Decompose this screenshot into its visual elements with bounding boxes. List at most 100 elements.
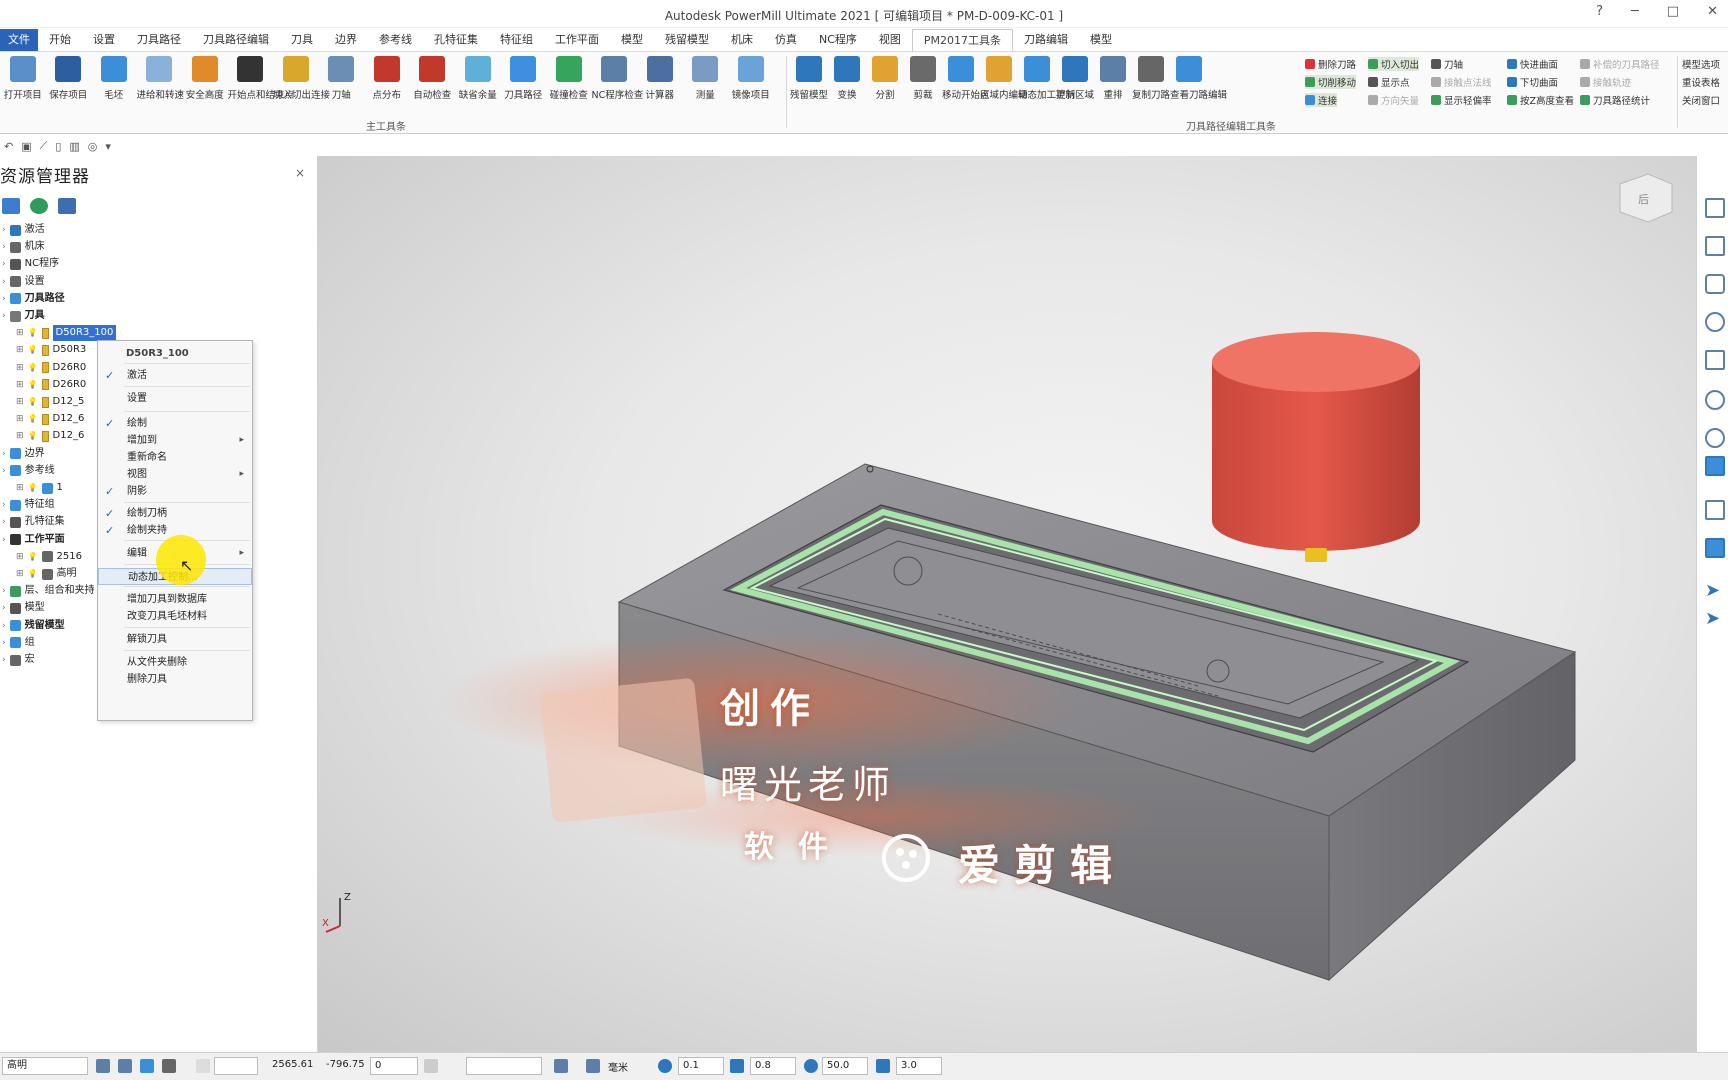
ribbon-button-5[interactable]: 安全高度 bbox=[182, 56, 228, 101]
active-bulb-icon[interactable]: 💡 bbox=[28, 428, 38, 444]
ribbon-button-11[interactable]: 缺省余量 bbox=[455, 56, 501, 101]
model-option-button[interactable]: 重设表格 bbox=[1682, 75, 1720, 89]
zoom-out-icon[interactable] bbox=[1705, 428, 1725, 448]
ribbon-button-4[interactable]: 进给和转速 bbox=[137, 56, 184, 101]
active-bulb-icon[interactable]: 💡 bbox=[28, 566, 38, 582]
tree-item[interactable]: ⊞ 💡 2516 bbox=[16, 549, 82, 565]
ribbon-small-button[interactable]: 显示轻偏率 bbox=[1431, 93, 1492, 107]
menu-tab-nc[interactable]: NC程序 bbox=[808, 29, 868, 51]
refresh-icon[interactable] bbox=[1705, 350, 1725, 370]
ribbon-button-11[interactable]: 查看刀路编辑 bbox=[1170, 56, 1227, 101]
expand-icon[interactable]: › bbox=[2, 532, 6, 548]
tree-item[interactable]: › 边界 bbox=[2, 446, 45, 462]
menu-tab-item-0[interactable]: 文件 bbox=[0, 29, 38, 51]
diameter-field[interactable]: 50.0 bbox=[822, 1057, 868, 1075]
ribbon-small-button[interactable]: 下切曲面 bbox=[1507, 75, 1558, 89]
ribbon-button-2[interactable]: 变换 bbox=[828, 56, 866, 101]
globe-icon[interactable]: ◎ bbox=[88, 140, 98, 153]
tolerance-field[interactable]: 0.1 bbox=[678, 1057, 724, 1075]
tree-item[interactable]: › 孔特征集 bbox=[2, 514, 65, 530]
ribbon-small-button[interactable]: 刀具路径统计 bbox=[1580, 93, 1650, 107]
expand-icon[interactable]: › bbox=[2, 222, 6, 238]
active-bulb-icon[interactable]: 💡 bbox=[28, 342, 38, 358]
expand-icon[interactable]: ⊞ bbox=[16, 549, 24, 565]
expand-icon[interactable]: › bbox=[2, 652, 6, 668]
undo-icon[interactable]: ↶ bbox=[4, 140, 13, 153]
expand-icon[interactable]: ⊞ bbox=[16, 325, 24, 341]
workplane-icon[interactable] bbox=[96, 1059, 110, 1073]
active-bulb-icon[interactable]: 💡 bbox=[28, 360, 38, 376]
tree-item[interactable]: ⊞ 💡 D12_5 bbox=[16, 394, 84, 410]
menu-tab-item-10[interactable]: 工作平面 bbox=[544, 29, 610, 51]
tree-item[interactable]: ⊞ 💡 1 bbox=[16, 480, 63, 496]
menu-tab-pm2017[interactable]: PM2017工具条 bbox=[911, 29, 1014, 51]
ribbon-small-button[interactable]: 连接 bbox=[1305, 93, 1338, 107]
tree-item[interactable]: ⊞ 💡 D12_6 bbox=[16, 428, 84, 444]
expand-icon[interactable]: › bbox=[2, 446, 6, 462]
ribbon-button-16[interactable]: 测量 bbox=[683, 56, 729, 101]
ribbon-button-10[interactable]: 复制刀路 bbox=[1132, 56, 1170, 101]
tree-item[interactable]: › 激活 bbox=[2, 222, 45, 238]
ribbon-button-7[interactable]: 动态加工控制 bbox=[1018, 56, 1075, 101]
menu-tab-item-2[interactable]: 设置 bbox=[82, 29, 126, 51]
menu-tab-item-18[interactable]: 刀路编辑 bbox=[1013, 29, 1079, 51]
tree-item[interactable]: › 设置 bbox=[2, 274, 45, 290]
box-select-icon[interactable]: ➤ bbox=[1705, 608, 1725, 629]
file-icon[interactable]: ▯ bbox=[55, 140, 61, 153]
context-menu-item[interactable]: 删除刀具 bbox=[98, 671, 252, 688]
model-option-button[interactable]: 模型选项 bbox=[1682, 57, 1720, 71]
expand-icon[interactable]: › bbox=[2, 497, 6, 513]
context-menu-item[interactable]: 视图 ▸ bbox=[98, 466, 252, 483]
tree-item[interactable]: › 刀具路径 bbox=[2, 291, 65, 307]
menu-tab-item-12[interactable]: 残留模型 bbox=[654, 29, 720, 51]
expand-icon[interactable]: › bbox=[2, 583, 6, 599]
ribbon-button-4[interactable]: 剪裁 bbox=[904, 56, 942, 101]
menu-tab-item-14[interactable]: 仿真 bbox=[764, 29, 808, 51]
expand-icon[interactable]: › bbox=[2, 274, 6, 290]
menu-tab-item-1[interactable]: 开始 bbox=[38, 29, 82, 51]
zoom-icon[interactable] bbox=[1705, 312, 1725, 332]
context-menu-item[interactable]: 重新命名 bbox=[98, 449, 252, 466]
expand-icon[interactable]: › bbox=[2, 600, 6, 616]
grid-icon[interactable] bbox=[140, 1059, 154, 1073]
tree-item[interactable]: › 组 bbox=[2, 635, 35, 651]
filter-icon[interactable]: ▥ bbox=[69, 140, 79, 153]
ribbon-small-button[interactable]: 方向矢量 bbox=[1368, 93, 1419, 107]
align-icon[interactable] bbox=[118, 1059, 132, 1073]
ribbon-button-2[interactable]: 保存项目 bbox=[46, 56, 92, 101]
menu-tab-item-5[interactable]: 刀具 bbox=[280, 29, 324, 51]
ribbon-button-8[interactable]: 更新区域 bbox=[1056, 56, 1094, 101]
ribbon-button-9[interactable]: 点分布 bbox=[364, 56, 410, 101]
menu-tab-item-7[interactable]: 参考线 bbox=[368, 29, 423, 51]
active-bulb-icon[interactable]: 💡 bbox=[28, 394, 38, 410]
ribbon-button-3[interactable]: 毛坯 bbox=[91, 56, 137, 101]
expand-icon[interactable]: ⊞ bbox=[16, 480, 24, 496]
expand-icon[interactable]: ⊞ bbox=[16, 342, 24, 358]
expand-icon[interactable]: ⊞ bbox=[16, 411, 24, 427]
ribbon-button-12[interactable]: 刀具路径 bbox=[501, 56, 547, 101]
expand-icon[interactable]: › bbox=[2, 463, 6, 479]
ribbon-button-9[interactable]: 重排 bbox=[1094, 56, 1132, 101]
ribbon-small-button[interactable]: 显示点 bbox=[1368, 75, 1410, 89]
menu-tab-item-16[interactable]: 视图 bbox=[868, 29, 912, 51]
ribbon-button-6[interactable]: 开始点和结束点 bbox=[228, 56, 294, 101]
tree-item[interactable]: › 宏 bbox=[2, 652, 35, 668]
close-icon[interactable]: × bbox=[295, 166, 305, 180]
ribbon-button-3[interactable]: 分割 bbox=[866, 56, 904, 101]
globe-icon[interactable] bbox=[30, 198, 48, 214]
coord-input[interactable] bbox=[214, 1057, 258, 1075]
snap-icon[interactable] bbox=[162, 1059, 176, 1073]
context-menu-item[interactable]: ✓ 激活 bbox=[98, 367, 252, 384]
tree-item[interactable]: › 工作平面 bbox=[2, 532, 65, 548]
chart-icon[interactable]: ⟋ bbox=[40, 139, 48, 153]
tree-item[interactable]: ⊞ 💡 D26R0 bbox=[16, 360, 86, 376]
ribbon-small-button[interactable]: 刀轴 bbox=[1431, 57, 1463, 71]
status-field[interactable] bbox=[466, 1057, 542, 1075]
tree-item[interactable]: ⊞ 💡 D26R0 bbox=[16, 377, 86, 393]
tree-item[interactable]: ⊞ 💡 高明 bbox=[16, 566, 77, 582]
view-front-icon[interactable] bbox=[1705, 198, 1725, 218]
menu-tab-item-11[interactable]: 模型 bbox=[610, 29, 654, 51]
ribbon-button-8[interactable]: 刀轴 bbox=[319, 56, 365, 101]
ribbon-button-5[interactable]: 移动开始点 bbox=[942, 56, 990, 101]
expand-icon[interactable]: › bbox=[2, 239, 6, 255]
